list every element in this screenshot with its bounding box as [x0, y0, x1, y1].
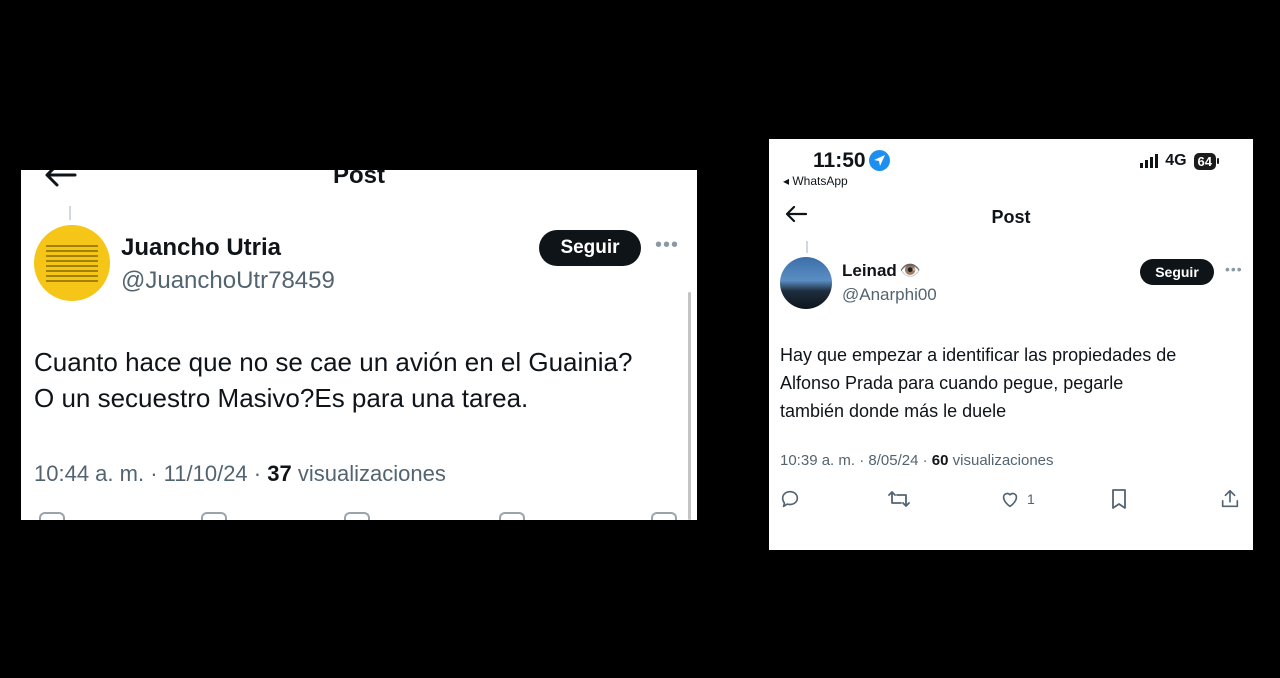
header-title: Post	[991, 207, 1031, 227]
reply-icon[interactable]	[39, 512, 65, 520]
header-title: Post	[332, 170, 385, 189]
author-handle[interactable]: @Anarphi00	[842, 285, 937, 305]
views-label: visualizaciones	[952, 452, 1054, 469]
more-icon[interactable]: •••	[1225, 261, 1243, 277]
battery-level: 64	[1193, 152, 1216, 170]
share-icon[interactable]	[1219, 488, 1241, 510]
network-type: 4G	[1165, 152, 1187, 169]
meta-separator: ·	[150, 461, 158, 486]
share-icon[interactable]	[651, 512, 677, 520]
author-handle[interactable]: @JuanchoUtr78459	[121, 267, 335, 295]
like-count: 1	[1027, 491, 1035, 507]
views-label: visualizaciones	[297, 461, 446, 486]
like-icon	[1002, 492, 1018, 508]
scrollbar[interactable]	[688, 292, 691, 520]
signal-icon	[1140, 154, 1159, 168]
avatar[interactable]	[34, 225, 110, 301]
reply-icon[interactable]	[779, 488, 801, 510]
post-date: 8/05/24	[868, 452, 919, 469]
author-name[interactable]: Juancho Utria	[121, 234, 281, 262]
post-text-line: también donde más le duele	[780, 401, 1007, 421]
status-time: 11:50	[813, 149, 866, 172]
action-bar: 1	[779, 488, 1243, 512]
back-to-app[interactable]: ◂ WhatsApp	[783, 174, 848, 188]
repost-icon[interactable]	[887, 488, 911, 510]
meta-separator: ·	[253, 461, 262, 486]
views-count: 37	[267, 461, 292, 486]
post-text: Hay que empezar a identificar las propie…	[780, 341, 1245, 425]
post-text-line: O un secuestro Masivo?Es para una tarea.	[34, 383, 529, 413]
repost-icon[interactable]	[201, 512, 227, 520]
follow-button[interactable]: Seguir	[1140, 259, 1214, 285]
post-time: 10:39 a. m.	[780, 452, 856, 469]
right-post-screenshot: 11:50 ◂ WhatsApp 4G 64 Post Leinad 👁️ @A…	[769, 139, 1253, 550]
post-time: 10:44 a. m.	[34, 461, 145, 486]
post-text-line: Alfonso Prada para cuando pegue, pegarle	[780, 373, 1124, 393]
post-text: Cuanto hace que no se cae un avión en el…	[34, 344, 684, 416]
bookmark-icon[interactable]	[499, 512, 525, 520]
post-meta: 10:44 a. m. · 11/10/24 · 37 visualizacio…	[34, 461, 446, 487]
battery-icon: 64	[1193, 152, 1219, 170]
post-text-line: Hay que empezar a identificar las propie…	[780, 345, 1177, 365]
author-name[interactable]: Leinad 👁️	[842, 261, 921, 281]
like-icon[interactable]	[344, 512, 370, 520]
eye-emoji-icon: 👁️	[899, 261, 921, 280]
post-header: Post	[21, 170, 697, 204]
location-arrow-icon	[869, 150, 890, 171]
meta-separator: ·	[922, 452, 928, 469]
thread-line	[69, 206, 71, 220]
left-post-screenshot: Post Juancho Utria @JuanchoUtr78459 Segu…	[21, 170, 697, 520]
views-count: 60	[931, 452, 949, 469]
post-date: 11/10/24	[163, 461, 248, 486]
like-button[interactable]: 1	[999, 488, 1035, 510]
avatar-image	[46, 242, 98, 285]
more-icon[interactable]: •••	[655, 234, 679, 257]
post-text-line: Cuanto hace que no se cae un avión en el…	[34, 347, 633, 377]
avatar[interactable]	[780, 257, 832, 309]
follow-button[interactable]: Seguir	[539, 230, 641, 266]
thread-line	[806, 241, 808, 253]
post-meta: 10:39 a. m. · 8/05/24 · 60 visualizacion…	[780, 452, 1054, 469]
bookmark-icon[interactable]	[1109, 488, 1129, 510]
meta-separator: ·	[859, 452, 865, 469]
author-name-text: Leinad	[842, 261, 897, 280]
status-bar: 4G 64	[1140, 152, 1219, 170]
